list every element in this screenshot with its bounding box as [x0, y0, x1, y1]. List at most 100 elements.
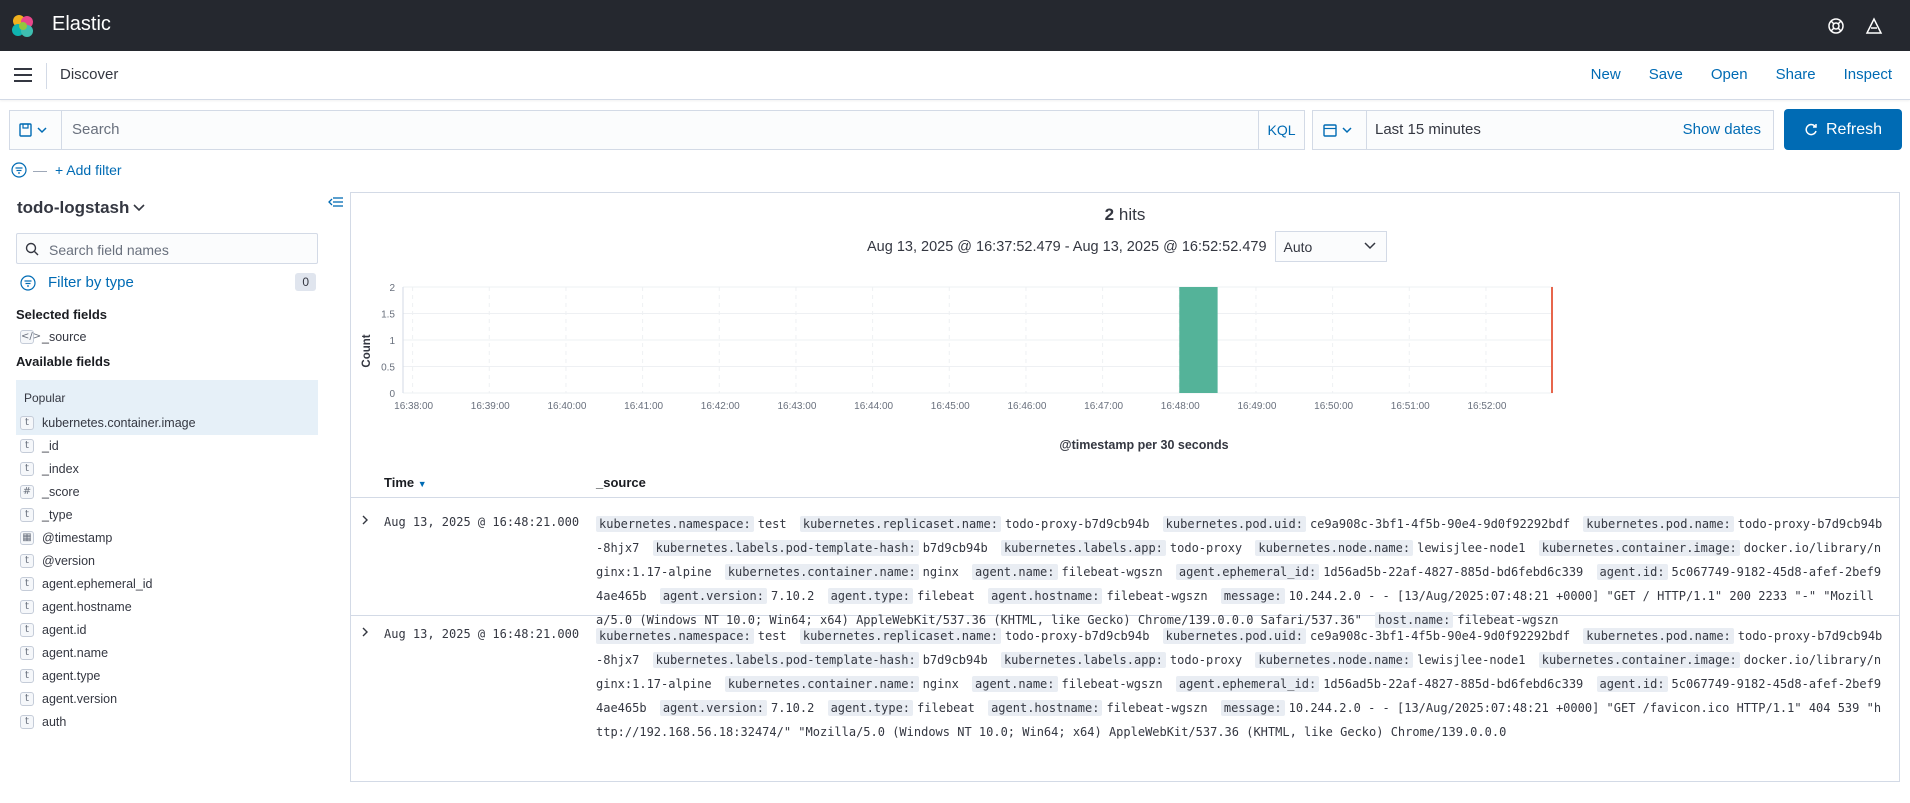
time-column-header[interactable]: Time ▼ [384, 475, 427, 490]
row-time: Aug 13, 2025 @ 16:48:21.000 [384, 515, 580, 529]
source-field-key: kubernetes.container.image: [1538, 652, 1740, 668]
row-time: Aug 13, 2025 @ 16:48:21.000 [384, 627, 580, 641]
field-item[interactable]: t auth [20, 712, 66, 732]
top-nav-links: New Save Open Share Inspect [1563, 66, 1892, 83]
calendar-icon [1323, 124, 1352, 137]
refresh-button[interactable]: Refresh [1784, 109, 1902, 150]
source-field-value: nginx [922, 565, 959, 579]
breadcrumb: Discover [60, 66, 119, 83]
collapse-sidebar-icon[interactable] [328, 196, 344, 208]
x-tick-label: 16:39:00 [471, 401, 510, 412]
field-name: agent.id [42, 623, 87, 637]
source-field-key: agent.version: [659, 588, 767, 604]
search-input[interactable] [70, 120, 1210, 139]
x-tick-label: 16:47:00 [1084, 401, 1123, 412]
field-item[interactable]: t kubernetes.container.image [20, 413, 196, 433]
open-link[interactable]: Open [1711, 66, 1748, 83]
source-field-key: kubernetes.container.name: [724, 564, 919, 580]
help-icon[interactable] [1825, 15, 1847, 37]
time-range-label[interactable]: Last 15 minutes [1375, 121, 1481, 138]
interval-select[interactable]: Auto [1274, 231, 1387, 262]
x-tick-label: 16:44:00 [854, 401, 893, 412]
app-navbar: Discover New Save Open Share Inspect [0, 51, 1910, 100]
source-type-icon: </> [20, 330, 42, 344]
field-item[interactable]: t _index [20, 459, 79, 479]
chevron-down-icon[interactable] [132, 203, 146, 213]
field-item[interactable]: t @version [20, 551, 95, 571]
field-name: _source [42, 330, 87, 344]
source-field-value: filebeat-wgszn [1061, 565, 1163, 579]
kql-button[interactable]: KQL [1258, 111, 1304, 149]
table-row: Aug 13, 2025 @ 16:48:21.000 kubernetes.n… [351, 505, 1899, 628]
field-search-box [16, 233, 318, 264]
expand-row-icon[interactable] [359, 514, 371, 526]
source-field-value: test [757, 629, 787, 643]
field-name: @timestamp [42, 531, 113, 545]
share-link[interactable]: Share [1776, 66, 1816, 83]
field-item[interactable]: t _id [20, 436, 59, 456]
show-dates-link[interactable]: Show dates [1683, 121, 1761, 138]
source-field-key: kubernetes.pod.uid: [1162, 628, 1306, 644]
source-field-value: test [757, 517, 787, 531]
source-field-value: ce9a908c-3bf1-4f5b-90e4-9d0f92292bdf [1309, 517, 1571, 531]
field-item[interactable]: t agent.hostname [20, 597, 132, 617]
field-name: _type [42, 508, 73, 522]
field-item[interactable]: ▦ @timestamp [20, 528, 112, 548]
string-type-icon: t [20, 508, 34, 522]
field-name: _score [42, 485, 80, 499]
source-field-value: 1d56ad5b-22af-4827-885d-bd6febd6c339 [1323, 677, 1584, 691]
filter-by-type-button[interactable]: Filter by type 0 [20, 272, 316, 294]
chart-bars [1179, 287, 1218, 393]
field-item[interactable]: t agent.id [20, 620, 86, 640]
add-filter-button[interactable]: + Add filter [55, 162, 122, 178]
string-type-icon: t [20, 600, 34, 614]
source-field-value: nginx [922, 677, 959, 691]
filter-dash: — [33, 162, 47, 178]
filter-options-icon[interactable] [11, 162, 27, 178]
quick-menu-button[interactable] [1313, 111, 1367, 149]
field-item[interactable]: </> _source [20, 327, 86, 347]
elastic-logo-icon[interactable] [10, 13, 36, 39]
source-field-key: agent.name: [972, 564, 1058, 580]
user-menu-icon[interactable] [1863, 15, 1885, 37]
string-type-icon: t [20, 623, 34, 637]
source-field-value: todo-proxy [1169, 653, 1243, 667]
field-item[interactable]: t agent.type [20, 666, 100, 686]
field-item[interactable]: t agent.ephemeral_id [20, 574, 153, 594]
field-name: _id [42, 439, 59, 453]
x-tick-label: 16:45:00 [931, 401, 970, 412]
source-field-value: ce9a908c-3bf1-4f5b-90e4-9d0f92292bdf [1309, 629, 1571, 643]
y-axis: 0 0.5 1 1.5 2 [381, 283, 395, 400]
field-sidebar: todo-logstash Filter by type 0 Selected … [0, 190, 330, 803]
source-field-key: agent.id: [1596, 676, 1668, 692]
field-item[interactable]: # _score [20, 482, 80, 502]
field-item[interactable]: t _type [20, 505, 73, 525]
y-tick-label: 1 [389, 336, 395, 347]
source-field-key: kubernetes.node.name: [1255, 540, 1414, 556]
index-pattern-name[interactable]: todo-logstash [17, 198, 129, 218]
menu-icon[interactable] [14, 68, 32, 82]
expand-row-icon[interactable] [359, 626, 371, 638]
table-row: Aug 13, 2025 @ 16:48:21.000 kubernetes.n… [351, 617, 1899, 739]
time-range-text: Aug 13, 2025 @ 16:37:52.479 - Aug 13, 20… [867, 238, 1267, 255]
hits-label: hits [1118, 205, 1146, 224]
table-header: Time ▼ _source [351, 468, 1899, 498]
x-tick-label: 16:49:00 [1237, 401, 1276, 412]
field-name: agent.hostname [42, 600, 132, 614]
inspect-link[interactable]: Inspect [1844, 66, 1892, 83]
field-item[interactable]: t agent.version [20, 689, 117, 709]
x-tick-label: 16:46:00 [1007, 401, 1046, 412]
time-range-row: Aug 13, 2025 @ 16:37:52.479 - Aug 13, 20… [867, 231, 1387, 262]
histogram-bar[interactable] [1179, 287, 1218, 393]
saved-query-button[interactable] [10, 111, 62, 149]
source-field-value: filebeat [917, 701, 975, 715]
sort-desc-icon[interactable]: ▼ [418, 479, 427, 489]
field-name: _index [42, 462, 79, 476]
field-search-input[interactable] [47, 241, 307, 259]
field-item[interactable]: t agent.name [20, 643, 108, 663]
string-type-icon: t [20, 577, 34, 591]
new-link[interactable]: New [1591, 66, 1621, 83]
save-link[interactable]: Save [1649, 66, 1683, 83]
y-tick-label: 1.5 [381, 310, 395, 321]
source-field-value: filebeat [917, 589, 975, 603]
